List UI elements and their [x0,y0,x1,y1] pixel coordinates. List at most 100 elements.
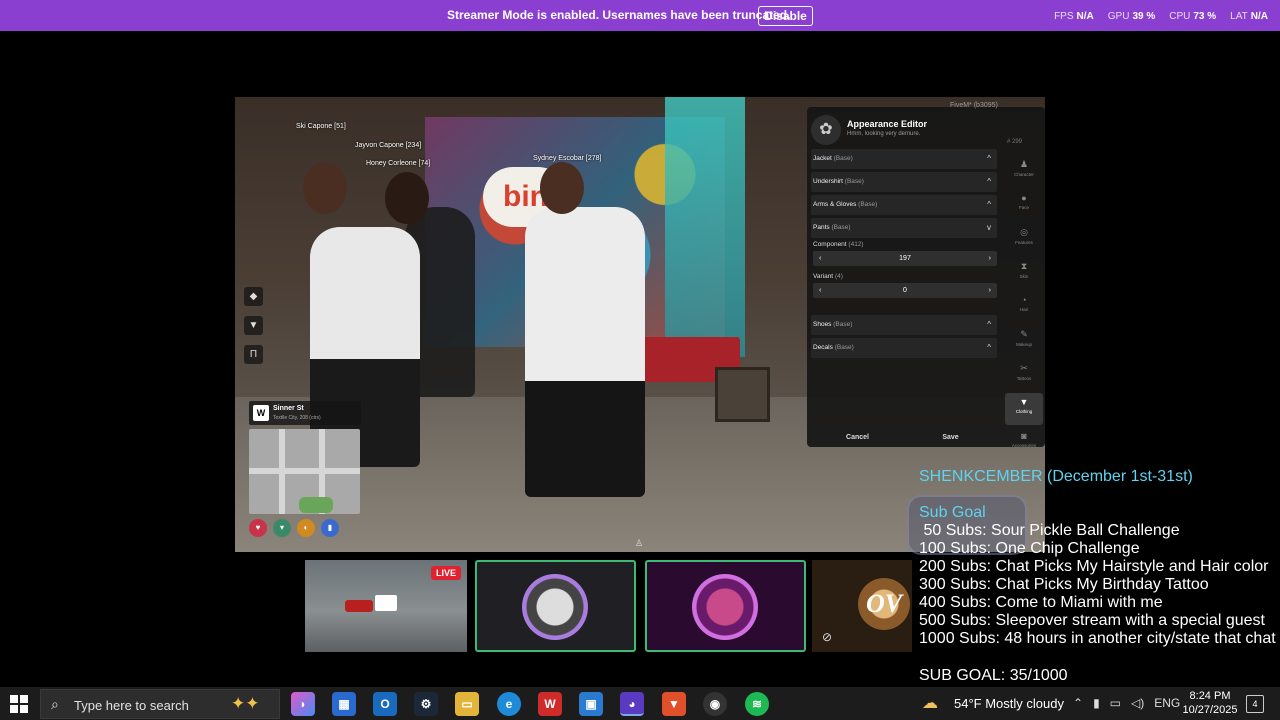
banner-message: Streamer Mode is enabled. Usernames have… [447,8,791,22]
edge-icon[interactable]: e [497,692,521,716]
windows-start-icon[interactable] [10,695,28,713]
component-stepper[interactable]: ‹ 197 › [813,251,997,266]
chevron-up-icon: ^ [987,154,991,163]
clock[interactable]: 8:24 PM 10/27/2025 [1182,689,1238,717]
appearance-editor: ✿ Appearance Editor Hmm, looking very de… [807,107,1045,448]
status-indicators: ♥ ▾ ◐ ▮ [249,519,339,537]
copilot-sparkle-icon: ✦✦ [231,694,260,713]
mask-icon[interactable]: ◆ [244,287,263,306]
minimap [249,429,360,514]
chevron-up-icon: ^ [987,177,991,186]
search-icon: ⌕ [51,696,59,712]
chevron-up-icon: ^ [987,320,991,329]
section-shoes[interactable]: Shoes (Base) ^ [811,315,997,335]
disable-button[interactable]: Disable [758,6,813,26]
chevron-up-icon[interactable]: ⌃ [1073,696,1083,710]
notification-icon[interactable]: 4 [1246,695,1264,713]
screen: Streamer Mode is enabled. Usernames have… [0,0,1280,720]
save-button[interactable]: Save [904,434,997,441]
goal-item: 1000 Subs: 48 hours in another city/stat… [919,630,1280,647]
discord-icon[interactable]: ◕ [620,692,644,716]
tab-hair[interactable]: ◔ Hair [1005,291,1043,323]
volume-icon[interactable]: ◁) [1131,696,1144,710]
pants-icon[interactable]: Π [244,345,263,364]
editor-subtitle: Hmm, looking very demure. [847,131,921,137]
teal-wall-panel [665,97,745,357]
shirt-icon[interactable]: ▼ [244,316,263,335]
channel-logo: OV [858,578,910,630]
goal-item: 50 Subs: Sour Pickle Ball Challenge [919,522,1180,539]
app-window-icon[interactable]: ▣ [579,692,603,716]
tab-clothing[interactable]: ▼ Clothing [1005,393,1043,425]
nametag: Honey Corleone [74] [366,160,431,167]
health-icon: ♥ [249,519,267,537]
overlay-title: SHENKCEMBER (December 1st-31st) [919,468,1193,485]
tab-features[interactable]: ◎ Features [1005,223,1043,255]
component-label: Component (412) [813,241,864,248]
obs-icon[interactable]: ◉ [703,692,727,716]
spotify-icon[interactable]: ≋ [745,692,769,716]
avatar [692,574,758,640]
editor-logo-icon: ✿ [811,115,841,145]
cancel-button[interactable]: Cancel [811,434,904,441]
stream-thumbnail[interactable] [475,560,636,652]
tab-skin[interactable]: ⧗ Skin [1005,257,1043,289]
stream-thumbnail-live[interactable]: LIVE [305,560,467,652]
build-id: FiveM* (b3095) [950,102,998,109]
stat-gpu: GPU 39 % [1107,11,1156,22]
copilot-icon[interactable]: ◗ [291,692,315,716]
chevron-right-icon[interactable]: › [989,251,991,266]
avatar [522,574,588,640]
variant-value: 0 [903,287,907,294]
search-box[interactable]: ⌕ Type here to search ✦✦ [40,689,280,719]
streamer-mode-banner: Streamer Mode is enabled. Usernames have… [0,0,1280,31]
character-player [525,207,645,497]
system-tray: ⌃ ▮ ▭ ◁) ENG [1073,696,1180,710]
section-pants[interactable]: Pants (Base) v [811,218,997,238]
component-value: 197 [899,255,911,262]
weather-cloud-icon: ☁ [922,695,938,712]
stream-thumbnail[interactable] [645,560,806,652]
nametag: Sydney Escobar [278] [533,155,602,162]
chevron-right-icon[interactable]: › [989,283,991,298]
stat-cpu: CPU 73 % [1169,11,1217,22]
old-tv [715,367,770,422]
language-indicator[interactable]: ENG [1154,696,1180,710]
character-head [303,162,347,214]
section-decals[interactable]: Decals (Base) ^ [811,338,997,358]
variant-stepper[interactable]: ‹ 0 › [813,283,997,298]
store-icon[interactable]: ▦ [332,692,356,716]
armor-icon: ▾ [273,519,291,537]
sub-goal-heading: Sub Goal [919,504,986,521]
steam-icon[interactable]: ⚙ [414,692,438,716]
hud-quick-icons: ◆ ▼ Π [244,287,263,364]
goal-item: 200 Subs: Chat Picks My Hairstyle and Ha… [919,558,1269,575]
tab-face[interactable]: ● Face [1005,189,1043,221]
performance-stats: FPS N/A GPU 39 % CPU 73 % LAT N/A [1054,11,1268,22]
live-badge: LIVE [430,566,461,580]
goal-item: 300 Subs: Chat Picks My Birthday Tattoo [919,576,1209,593]
zone-name: Textile City, 208 (ctrs) [273,415,321,421]
monitor-icon [375,595,397,611]
thirst-icon: ▮ [321,519,339,537]
tab-tattoos[interactable]: ✂ Tattoos [1005,359,1043,391]
section-arms-gloves[interactable]: Arms & Gloves (Base) ^ [811,195,997,215]
weather-text: 54°F Mostly cloudy [954,696,1064,711]
nametag: Jayvon Capone [234] [355,142,422,149]
brave-icon[interactable]: ▼ [662,692,686,716]
wps-icon[interactable]: W [538,692,562,716]
microphone-icon[interactable]: ▮ [1093,696,1100,710]
goal-item: 500 Subs: Sleepover stream with a specia… [919,612,1265,629]
file-explorer-icon[interactable]: ▭ [455,692,479,716]
goal-item: 100 Subs: One Chip Challenge [919,540,1140,557]
clock-time: 8:24 PM [1189,690,1231,702]
editor-count: # 299 [1007,139,1023,145]
stream-thumbnail[interactable]: OV ⊘ [812,560,912,652]
section-undershirt[interactable]: Undershirt (Base) ^ [811,172,997,192]
outlook-icon[interactable]: O [373,692,397,716]
tab-character[interactable]: ♟ Character [1005,155,1043,187]
section-jacket[interactable]: Jacket (Base) ^ [811,149,997,169]
tab-accessories[interactable]: ◙ Accessories [1005,427,1043,459]
network-icon[interactable]: ▭ [1110,696,1121,710]
tab-makeup[interactable]: ✎ Makeup [1005,325,1043,357]
